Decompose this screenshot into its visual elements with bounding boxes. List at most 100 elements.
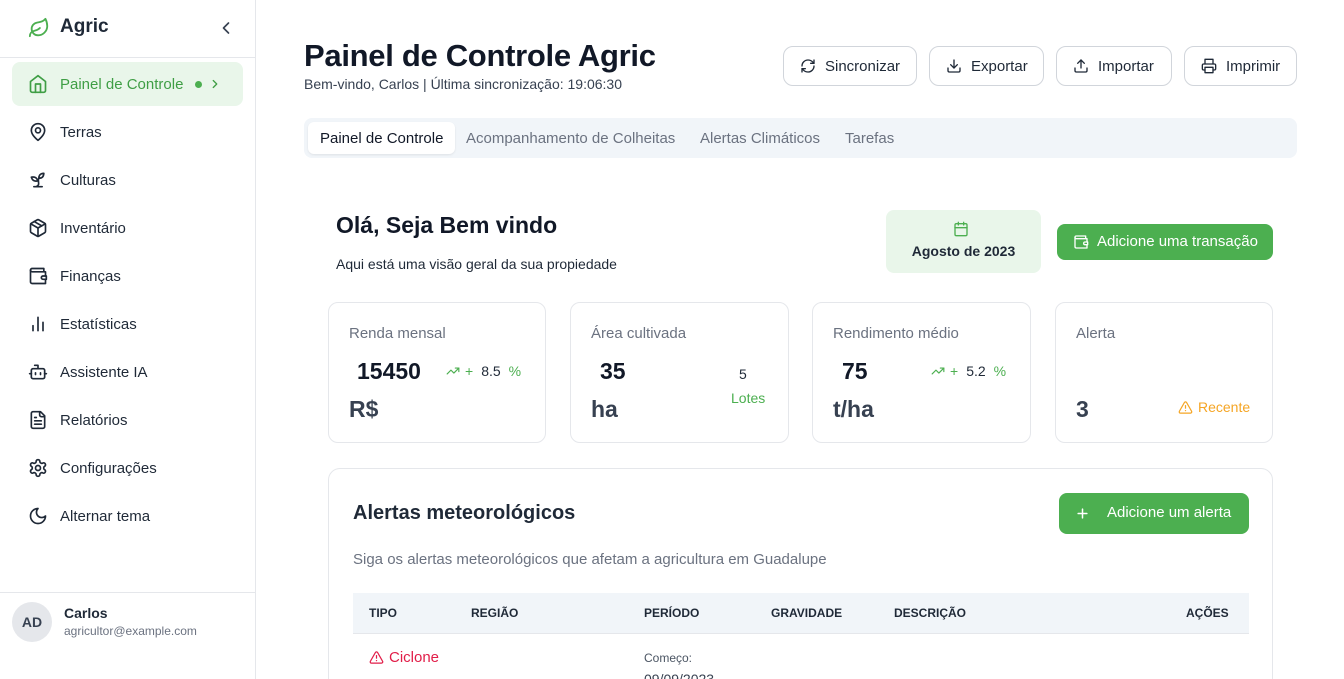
warning-icon xyxy=(1178,400,1193,414)
stat-value: 3 xyxy=(1076,396,1089,422)
avatar: AD xyxy=(12,602,52,642)
leaf-icon xyxy=(28,17,49,38)
active-dot xyxy=(195,81,202,88)
import-button-label: Importar xyxy=(1098,57,1154,75)
trending-up-icon xyxy=(931,367,945,375)
weather-alerts-panel: Alertas meteorológicos Siga os alertas m… xyxy=(328,468,1273,679)
page-title: Painel de Controle Agric xyxy=(304,38,656,73)
home-icon xyxy=(29,74,47,94)
stat-unit: t/ha xyxy=(833,396,874,422)
stat-value: 75 xyxy=(842,358,868,384)
sidebar-item-inventory[interactable]: Inventário xyxy=(12,206,243,250)
tab-harvest-tracking[interactable]: Acompanhamento de Colheitas xyxy=(454,122,687,154)
upload-icon xyxy=(1074,59,1088,73)
map-pin-icon xyxy=(30,122,46,142)
stat-value: 15450 xyxy=(357,358,421,384)
alert-status-label: Recente xyxy=(1198,399,1251,415)
tab-climate-alerts[interactable]: Alertas Climáticos xyxy=(688,122,832,154)
sidebar: Agric Painel de Controle Terras Culturas… xyxy=(0,0,256,679)
sidebar-item-statistics[interactable]: Estatísticas xyxy=(12,302,243,346)
column-header-period[interactable]: PERÍODO xyxy=(644,606,699,620)
trend-sign: + xyxy=(465,363,474,379)
user-name: Carlos xyxy=(64,605,108,621)
welcome-title: Olá, Seja Bem vindo xyxy=(336,212,558,238)
table-header: TIPO REGIÃO PERÍODO GRAVIDADE DESCRIÇÃO … xyxy=(353,593,1249,634)
stat-trend: + 5.2 % xyxy=(930,363,1006,379)
print-button-label: Imprimir xyxy=(1226,57,1281,75)
calendar-icon xyxy=(954,221,968,237)
stat-trend: + 8.5 % xyxy=(445,363,521,379)
trend-percent: % xyxy=(508,363,522,379)
user-email: agricultor@example.com xyxy=(64,624,197,638)
weather-alerts-subtitle: Siga os alertas meteorológicos que afeta… xyxy=(353,551,827,568)
sidebar-item-crops[interactable]: Culturas xyxy=(12,158,243,202)
date-picker[interactable]: Agosto de 2023 xyxy=(886,210,1041,273)
stat-card-area: Área cultivada 35 5 Lotes ha xyxy=(570,302,789,443)
welcome-subtitle: Aqui está uma visão geral da sua propied… xyxy=(336,256,617,272)
column-header-severity[interactable]: GRAVIDADE xyxy=(771,606,842,620)
moon-icon xyxy=(29,507,47,525)
export-button-label: Exportar xyxy=(971,57,1028,75)
plus-icon xyxy=(1077,508,1088,519)
sidebar-item-settings[interactable]: Configurações xyxy=(12,446,243,490)
print-button[interactable]: Imprimir xyxy=(1184,46,1297,86)
stat-unit: ha xyxy=(591,396,618,422)
add-transaction-label: Adicione uma transação xyxy=(1097,233,1258,250)
wallet-icon xyxy=(29,267,48,285)
stat-title: Área cultivada xyxy=(591,325,687,342)
column-header-region[interactable]: REGIÃO xyxy=(471,606,518,620)
tab-tasks[interactable]: Tarefas xyxy=(833,122,906,154)
user-profile[interactable]: AD Carlos agricultor@example.com xyxy=(0,592,255,679)
add-alert-label: Adicione um alerta xyxy=(1107,504,1232,521)
stat-unit: R$ xyxy=(349,396,379,422)
sidebar-item-label: Assistente IA xyxy=(60,364,148,381)
column-header-type[interactable]: TIPO xyxy=(369,606,397,620)
sidebar-item-lands[interactable]: Terras xyxy=(12,110,243,154)
sidebar-item-dashboard[interactable]: Painel de Controle xyxy=(12,62,243,106)
trending-up-icon xyxy=(446,367,460,375)
stat-title: Alerta xyxy=(1076,325,1116,342)
lots-label: Lotes xyxy=(731,390,766,406)
sidebar-item-label: Painel de Controle xyxy=(60,76,184,93)
sync-button[interactable]: Sincronizar xyxy=(783,46,917,86)
trend-value: 5.2 xyxy=(966,363,986,379)
period-start-label: Começo: xyxy=(644,651,693,665)
tab-dashboard[interactable]: Painel de Controle xyxy=(308,122,456,154)
sync-button-label: Sincronizar xyxy=(825,57,901,75)
sidebar-item-label: Terras xyxy=(60,124,102,141)
stat-card-income: Renda mensal 15450 + 8.5 % R$ xyxy=(328,302,546,443)
stat-card-yield: Rendimento médio 75 + 5.2 % t/ha xyxy=(812,302,1031,443)
download-icon xyxy=(947,59,961,73)
chevron-right-icon xyxy=(212,79,218,89)
sidebar-item-ai-assistant[interactable]: Assistente IA xyxy=(12,350,243,394)
stat-title: Rendimento médio xyxy=(833,325,959,342)
wallet-icon xyxy=(1074,235,1089,249)
bot-icon xyxy=(28,364,48,380)
sidebar-item-toggle-theme[interactable]: Alternar tema xyxy=(12,494,243,538)
sidebar-item-finances[interactable]: Finanças xyxy=(12,254,243,298)
chevron-left-icon[interactable] xyxy=(216,18,236,38)
column-header-actions[interactable]: AÇÕES xyxy=(1186,606,1229,620)
column-header-description[interactable]: DESCRIÇÃO xyxy=(894,606,966,620)
tab-bar: Painel de Controle Acompanhamento de Col… xyxy=(304,118,1297,158)
import-button[interactable]: Importar xyxy=(1056,46,1172,86)
file-text-icon xyxy=(30,410,46,430)
sprout-icon xyxy=(30,172,45,188)
weather-alerts-title: Alertas meteorológicos xyxy=(353,502,576,524)
stat-title: Renda mensal xyxy=(349,325,446,342)
gear-icon xyxy=(29,458,47,478)
printer-icon xyxy=(1201,58,1217,74)
sidebar-item-label: Finanças xyxy=(60,268,121,285)
add-transaction-button[interactable]: Adicione uma transação xyxy=(1057,224,1273,260)
alert-type-label: Ciclone xyxy=(389,649,440,666)
warning-icon xyxy=(369,651,384,664)
sidebar-item-label: Relatórios xyxy=(60,412,128,429)
lots-count: 5 xyxy=(739,366,747,382)
add-alert-button[interactable]: Adicione um alerta xyxy=(1059,493,1249,534)
sidebar-item-label: Culturas xyxy=(60,172,116,189)
sidebar-item-reports[interactable]: Relatórios xyxy=(12,398,243,442)
export-button[interactable]: Exportar xyxy=(929,46,1044,86)
sidebar-item-label: Configurações xyxy=(60,460,157,477)
stat-value: 35 xyxy=(600,358,626,384)
stat-card-alert: Alerta 3 Recente xyxy=(1055,302,1273,443)
